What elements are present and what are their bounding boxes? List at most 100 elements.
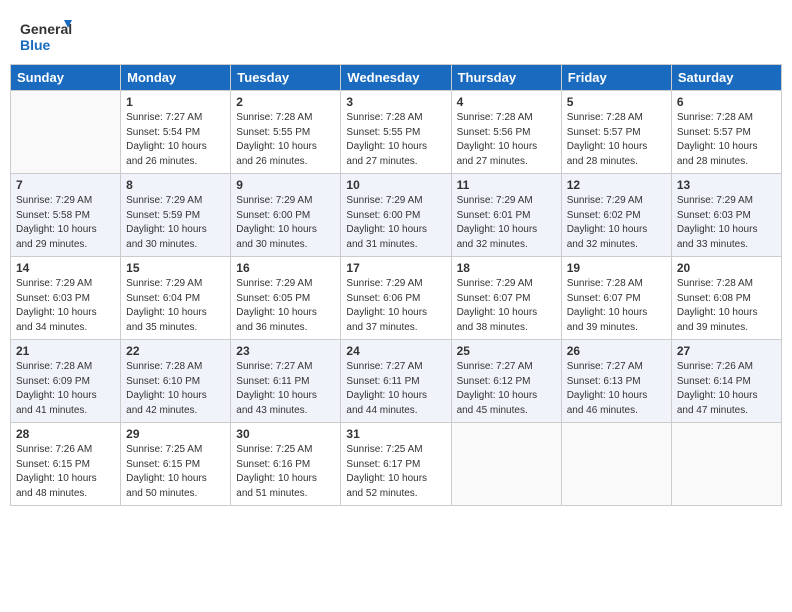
day-number: 21 [16, 344, 115, 358]
day-cell: 19 Sunrise: 7:28 AM Sunset: 6:07 PM Dayli… [561, 257, 671, 340]
weekday-header-saturday: Saturday [671, 65, 781, 91]
day-cell: 24 Sunrise: 7:27 AM Sunset: 6:11 PM Dayli… [341, 340, 451, 423]
day-cell: 20 Sunrise: 7:28 AM Sunset: 6:08 PM Dayli… [671, 257, 781, 340]
day-number: 3 [346, 95, 445, 109]
day-number: 7 [16, 178, 115, 192]
day-info: Sunrise: 7:29 AM Sunset: 6:01 PM Dayligh… [457, 194, 556, 252]
day-info: Sunrise: 7:25 AM Sunset: 6:15 PM Dayligh… [126, 443, 225, 501]
day-cell: 28 Sunrise: 7:26 AM Sunset: 6:15 PM Dayli… [11, 423, 121, 506]
logo: GeneralBlue [20, 18, 80, 54]
day-info: Sunrise: 7:28 AM Sunset: 5:55 PM Dayligh… [236, 111, 335, 169]
day-number: 8 [126, 178, 225, 192]
day-info: Sunrise: 7:27 AM Sunset: 6:11 PM Dayligh… [236, 360, 335, 418]
day-number: 29 [126, 427, 225, 441]
day-cell: 3Sunrise: 7:28 AM Sunset: 5:55 PM Daylig… [341, 91, 451, 174]
calendar-table: SundayMondayTuesdayWednesdayThursdayFrid… [10, 64, 782, 506]
day-number: 28 [16, 427, 115, 441]
day-cell: 17 Sunrise: 7:29 AM Sunset: 6:06 PM Dayli… [341, 257, 451, 340]
weekday-header-tuesday: Tuesday [231, 65, 341, 91]
day-cell: 11Sunrise: 7:29 AM Sunset: 6:01 PM Dayli… [451, 174, 561, 257]
day-number: 6 [677, 95, 776, 109]
day-info: Sunrise: 7:29 AM Sunset: 6:05 PM Dayligh… [236, 277, 335, 335]
day-cell: 4 Sunrise: 7:28 AM Sunset: 5:56 PM Daylig… [451, 91, 561, 174]
day-cell: 8 Sunrise: 7:29 AM Sunset: 5:59 PM Daylig… [121, 174, 231, 257]
day-info: Sunrise: 7:29 AM Sunset: 6:06 PM Dayligh… [346, 277, 445, 335]
day-number: 4 [457, 95, 556, 109]
weekday-header-monday: Monday [121, 65, 231, 91]
day-number: 19 [567, 261, 666, 275]
day-info: Sunrise: 7:28 AM Sunset: 6:07 PM Dayligh… [567, 277, 666, 335]
logo-svg: GeneralBlue [20, 18, 80, 54]
day-number: 13 [677, 178, 776, 192]
day-info: Sunrise: 7:28 AM Sunset: 5:57 PM Dayligh… [567, 111, 666, 169]
day-cell: 15 Sunrise: 7:29 AM Sunset: 6:04 PM Dayli… [121, 257, 231, 340]
day-info: Sunrise: 7:28 AM Sunset: 6:09 PM Dayligh… [16, 360, 115, 418]
day-cell: 16 Sunrise: 7:29 AM Sunset: 6:05 PM Dayli… [231, 257, 341, 340]
svg-text:General: General [20, 21, 72, 37]
day-cell: 10 Sunrise: 7:29 AM Sunset: 6:00 PM Dayli… [341, 174, 451, 257]
day-cell: 26Sunrise: 7:27 AM Sunset: 6:13 PM Dayli… [561, 340, 671, 423]
day-number: 20 [677, 261, 776, 275]
day-number: 9 [236, 178, 335, 192]
day-info: Sunrise: 7:28 AM Sunset: 5:56 PM Dayligh… [457, 111, 556, 169]
day-cell [671, 423, 781, 506]
day-cell: 25Sunrise: 7:27 AM Sunset: 6:12 PM Dayli… [451, 340, 561, 423]
day-info: Sunrise: 7:29 AM Sunset: 5:59 PM Dayligh… [126, 194, 225, 252]
page-header: GeneralBlue [10, 10, 782, 58]
day-info: Sunrise: 7:29 AM Sunset: 6:00 PM Dayligh… [346, 194, 445, 252]
weekday-header-row: SundayMondayTuesdayWednesdayThursdayFrid… [11, 65, 782, 91]
day-info: Sunrise: 7:27 AM Sunset: 6:11 PM Dayligh… [346, 360, 445, 418]
day-cell: 31 Sunrise: 7:25 AM Sunset: 6:17 PM Dayli… [341, 423, 451, 506]
day-info: Sunrise: 7:28 AM Sunset: 6:08 PM Dayligh… [677, 277, 776, 335]
day-cell: 21 Sunrise: 7:28 AM Sunset: 6:09 PM Dayli… [11, 340, 121, 423]
week-row-2: 7 Sunrise: 7:29 AM Sunset: 5:58 PM Daylig… [11, 174, 782, 257]
day-number: 1 [126, 95, 225, 109]
day-cell [451, 423, 561, 506]
weekday-header-thursday: Thursday [451, 65, 561, 91]
day-info: Sunrise: 7:27 AM Sunset: 5:54 PM Dayligh… [126, 111, 225, 169]
day-number: 30 [236, 427, 335, 441]
day-number: 16 [236, 261, 335, 275]
day-cell: 22 Sunrise: 7:28 AM Sunset: 6:10 PM Dayli… [121, 340, 231, 423]
day-number: 27 [677, 344, 776, 358]
day-info: Sunrise: 7:29 AM Sunset: 6:07 PM Dayligh… [457, 277, 556, 335]
day-info: Sunrise: 7:25 AM Sunset: 6:17 PM Dayligh… [346, 443, 445, 501]
svg-text:Blue: Blue [20, 37, 51, 53]
weekday-header-friday: Friday [561, 65, 671, 91]
day-info: Sunrise: 7:25 AM Sunset: 6:16 PM Dayligh… [236, 443, 335, 501]
day-number: 14 [16, 261, 115, 275]
day-cell: 29 Sunrise: 7:25 AM Sunset: 6:15 PM Dayli… [121, 423, 231, 506]
day-info: Sunrise: 7:28 AM Sunset: 6:10 PM Dayligh… [126, 360, 225, 418]
day-info: Sunrise: 7:29 AM Sunset: 6:03 PM Dayligh… [677, 194, 776, 252]
day-cell: 30 Sunrise: 7:25 AM Sunset: 6:16 PM Dayli… [231, 423, 341, 506]
day-info: Sunrise: 7:26 AM Sunset: 6:14 PM Dayligh… [677, 360, 776, 418]
day-number: 22 [126, 344, 225, 358]
day-info: Sunrise: 7:29 AM Sunset: 5:58 PM Dayligh… [16, 194, 115, 252]
week-row-3: 14 Sunrise: 7:29 AM Sunset: 6:03 PM Dayli… [11, 257, 782, 340]
day-number: 24 [346, 344, 445, 358]
day-number: 23 [236, 344, 335, 358]
day-cell [11, 91, 121, 174]
day-number: 5 [567, 95, 666, 109]
week-row-4: 21 Sunrise: 7:28 AM Sunset: 6:09 PM Dayli… [11, 340, 782, 423]
day-info: Sunrise: 7:29 AM Sunset: 6:03 PM Dayligh… [16, 277, 115, 335]
day-cell: 6Sunrise: 7:28 AM Sunset: 5:57 PM Daylig… [671, 91, 781, 174]
day-info: Sunrise: 7:29 AM Sunset: 6:00 PM Dayligh… [236, 194, 335, 252]
day-cell: 14 Sunrise: 7:29 AM Sunset: 6:03 PM Dayli… [11, 257, 121, 340]
day-number: 15 [126, 261, 225, 275]
day-cell [561, 423, 671, 506]
week-row-1: 1 Sunrise: 7:27 AM Sunset: 5:54 PM Daylig… [11, 91, 782, 174]
day-number: 31 [346, 427, 445, 441]
day-cell: 13 Sunrise: 7:29 AM Sunset: 6:03 PM Dayli… [671, 174, 781, 257]
day-cell: 7 Sunrise: 7:29 AM Sunset: 5:58 PM Daylig… [11, 174, 121, 257]
day-cell: 18 Sunrise: 7:29 AM Sunset: 6:07 PM Dayli… [451, 257, 561, 340]
day-cell: 1 Sunrise: 7:27 AM Sunset: 5:54 PM Daylig… [121, 91, 231, 174]
day-info: Sunrise: 7:29 AM Sunset: 6:04 PM Dayligh… [126, 277, 225, 335]
day-number: 17 [346, 261, 445, 275]
day-number: 18 [457, 261, 556, 275]
day-info: Sunrise: 7:27 AM Sunset: 6:12 PM Dayligh… [457, 360, 556, 418]
day-cell: 23 Sunrise: 7:27 AM Sunset: 6:11 PM Dayli… [231, 340, 341, 423]
day-info: Sunrise: 7:26 AM Sunset: 6:15 PM Dayligh… [16, 443, 115, 501]
weekday-header-sunday: Sunday [11, 65, 121, 91]
day-number: 10 [346, 178, 445, 192]
